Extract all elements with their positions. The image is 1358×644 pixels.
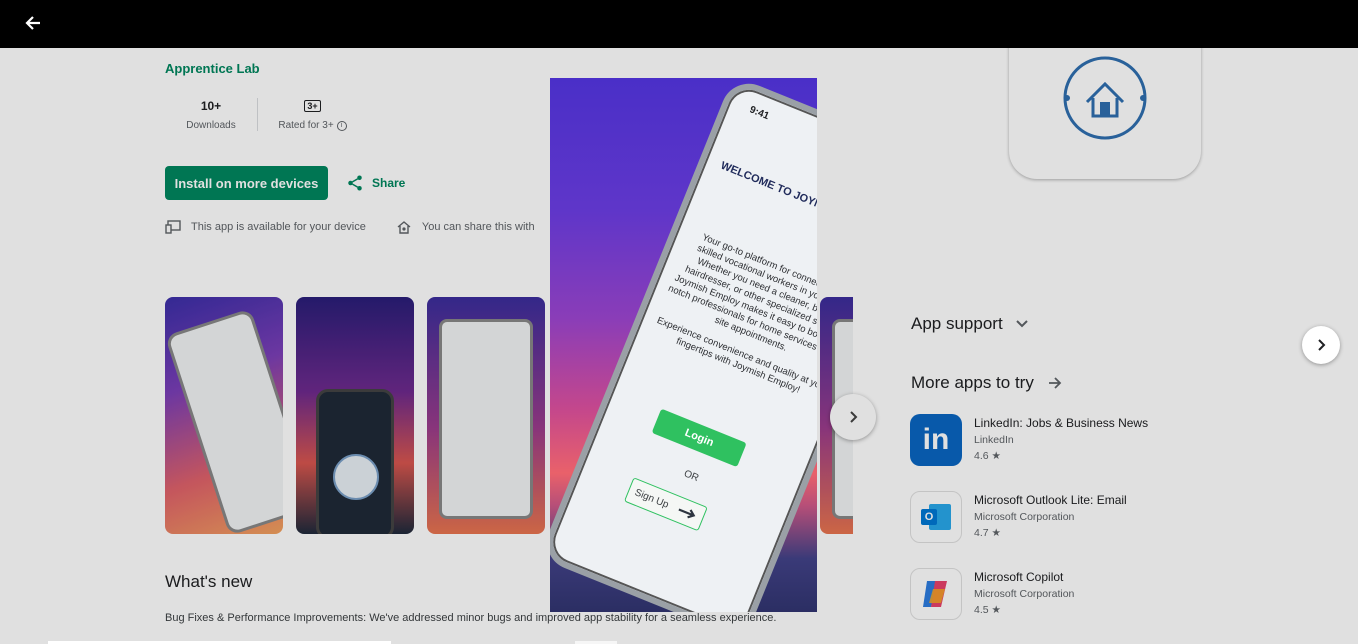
lightbox-next-button[interactable] [1302,326,1340,364]
signup-label: Sign Up [633,486,671,511]
phone-mockup: 9:41 ▮▮▮ ◔ WELCOME TO JOYMISH EMPLOY You… [550,78,817,612]
signup-button: Sign Up [623,477,708,532]
arrow-left-icon [25,16,40,30]
back-button[interactable] [18,8,48,38]
screenshot-viewer: 9:41 ▮▮▮ ◔ WELCOME TO JOYMISH EMPLOY You… [550,78,817,612]
lightbox-top-bar [0,0,1358,48]
login-button: Login [651,408,747,468]
chevron-right-icon [1318,339,1326,351]
welcome-title: WELCOME TO JOYMISH EMPLOY [718,159,817,238]
phone-time: 9:41 [747,104,771,123]
arrow-right-icon [678,508,696,519]
